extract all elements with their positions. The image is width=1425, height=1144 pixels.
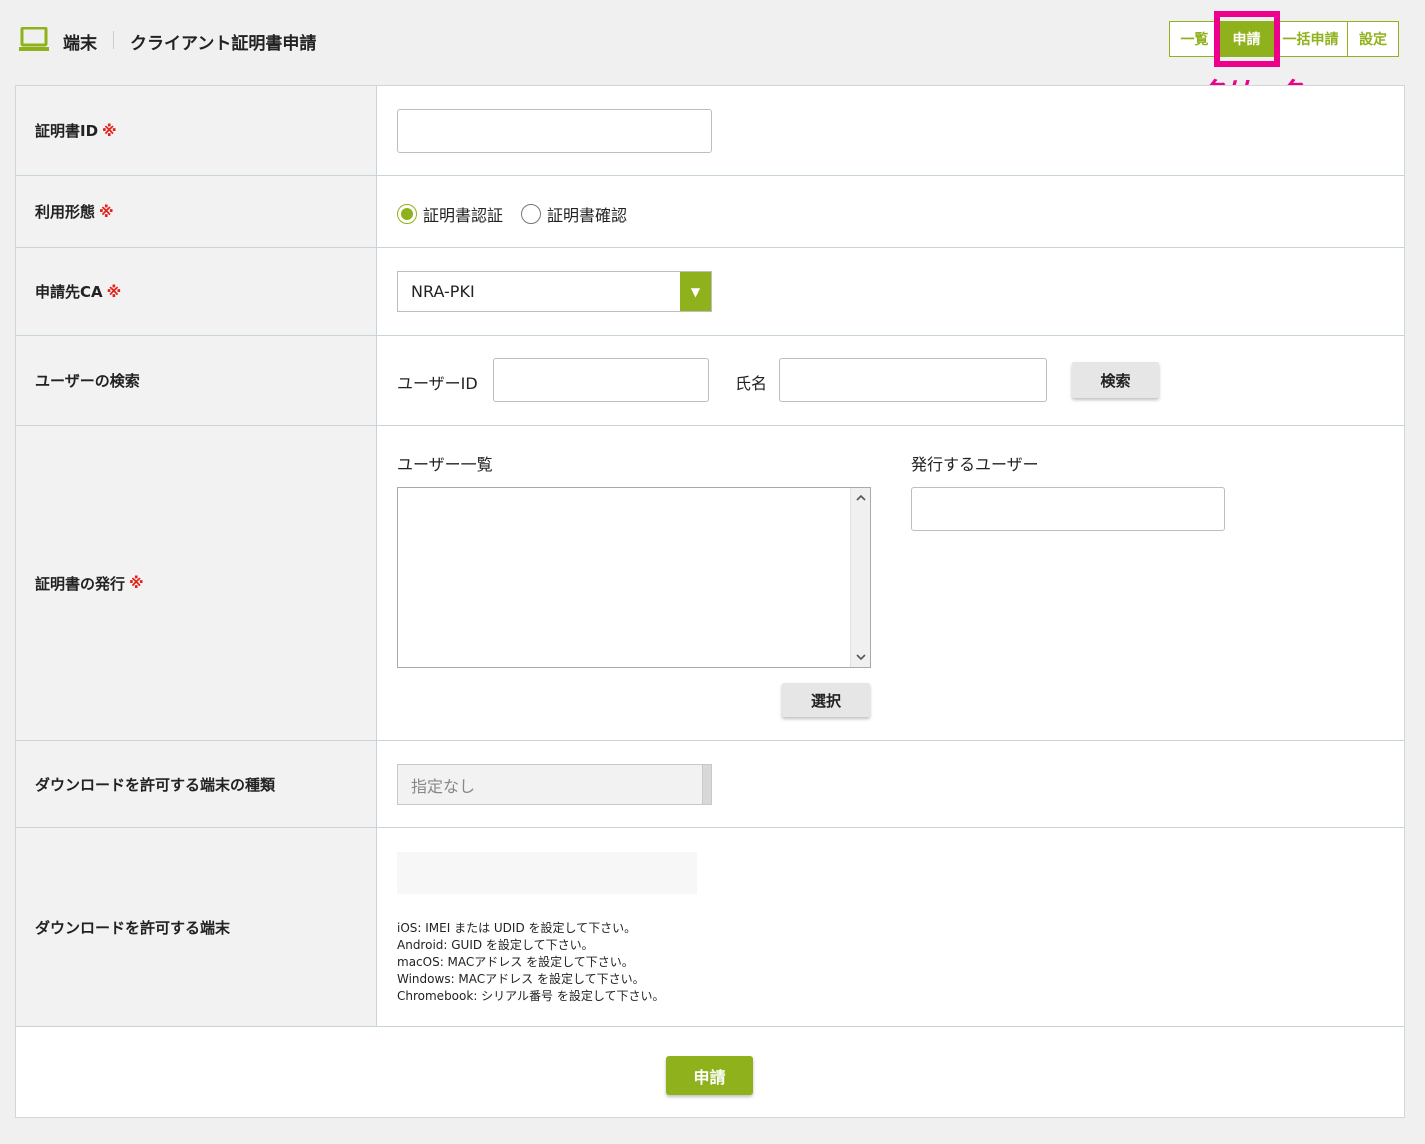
- row-device-type: ダウンロードを許可する端末の種類 指定なし: [16, 741, 1404, 828]
- scroll-up-icon[interactable]: [855, 492, 867, 504]
- user-list-scrollbar[interactable]: [850, 488, 870, 667]
- device-help-text: iOS: IMEI または UDID を設定して下さい。 Android: GU…: [397, 920, 665, 1005]
- cert-id-content: [378, 86, 1404, 175]
- name-label: 氏名: [735, 374, 768, 393]
- device-type-select[interactable]: 指定なし: [397, 764, 712, 805]
- breadcrumb-separator: [113, 31, 114, 49]
- row-cert-id: 証明書ID ※: [16, 86, 1404, 176]
- help-line-ios: iOS: IMEI または UDID を設定して下さい。: [397, 921, 637, 935]
- row-device: ダウンロードを許可する端末 iOS: IMEI または UDID を設定して下さ…: [16, 828, 1404, 1027]
- page-title: クライアント証明書申請: [130, 34, 317, 54]
- issue-content: ユーザー一覧 選択 発行するユーザー: [378, 426, 1404, 740]
- scroll-down-icon[interactable]: [855, 651, 867, 663]
- issue-label: 証明書の発行 ※: [16, 426, 377, 740]
- help-line-windows: Windows: MACアドレス を設定して下さい。: [397, 972, 645, 986]
- row-usage: 利用形態 ※ 証明書認証 証明書確認: [16, 176, 1404, 248]
- ca-label-text: 申請先CA: [35, 283, 103, 301]
- ca-content: NRA-PKI ▼: [378, 248, 1404, 335]
- issue-label-text: 証明書の発行: [35, 574, 126, 593]
- name-input[interactable]: [779, 358, 1047, 402]
- required-mark: ※: [102, 121, 117, 140]
- user-list-box[interactable]: [397, 487, 871, 668]
- usage-radio-cert-auth[interactable]: [397, 204, 417, 224]
- dropdown-arrow-icon[interactable]: ▼: [680, 272, 711, 311]
- issue-users-input[interactable]: [911, 487, 1225, 531]
- ca-label: 申請先CA ※: [16, 248, 377, 335]
- usage-radio-cert-auth-label[interactable]: 証明書認証: [423, 202, 503, 226]
- cert-id-label: 証明書ID ※: [16, 86, 377, 175]
- required-mark: ※: [106, 282, 122, 301]
- nav-apply-button[interactable]: 申請: [1220, 22, 1274, 56]
- ca-select[interactable]: NRA-PKI ▼: [397, 271, 712, 312]
- row-ca: 申請先CA ※ NRA-PKI ▼: [16, 248, 1404, 336]
- user-id-input[interactable]: [493, 358, 709, 402]
- breadcrumb-devices[interactable]: 端末: [63, 29, 97, 54]
- usage-radio-group: 証明書認証 証明書確認: [397, 202, 645, 226]
- select-button[interactable]: 選択: [782, 683, 870, 717]
- nav-list-button[interactable]: 一覧: [1170, 22, 1220, 56]
- issue-users-label: 発行するユーザー: [911, 455, 1039, 474]
- submit-apply-button[interactable]: 申請: [666, 1056, 753, 1095]
- usage-radio-cert-check-label[interactable]: 証明書確認: [547, 202, 627, 226]
- submit-area: 申請: [16, 1027, 1404, 1117]
- user-search-content: ユーザーID 氏名 検索: [378, 336, 1404, 425]
- laptop-icon: [19, 27, 49, 51]
- search-button[interactable]: 検索: [1072, 362, 1159, 398]
- header-nav: 一覧 申請 一括申請 設定: [1169, 21, 1399, 57]
- nav-settings-button[interactable]: 設定: [1348, 22, 1398, 56]
- usage-label: 利用形態 ※: [16, 176, 377, 247]
- usage-radio-cert-check[interactable]: [521, 204, 542, 224]
- help-line-chromebook: Chromebook: シリアル番号 を設定して下さい。: [397, 989, 665, 1003]
- dropdown-handle-icon: [702, 765, 711, 804]
- user-list-label: ユーザー一覧: [397, 455, 493, 474]
- device-type-content: 指定なし: [378, 741, 1404, 827]
- user-search-label: ユーザーの検索: [16, 336, 377, 425]
- required-mark: ※: [99, 202, 114, 221]
- device-type-select-value: 指定なし: [411, 776, 476, 796]
- device-content: iOS: IMEI または UDID を設定して下さい。 Android: GU…: [378, 828, 1404, 1026]
- help-line-android: Android: GUID を設定して下さい。: [397, 938, 594, 952]
- usage-content: 証明書認証 証明書確認: [378, 176, 1404, 247]
- row-issue: 証明書の発行 ※ ユーザー一覧 選択 発行するユーザー: [16, 426, 1404, 741]
- required-mark: ※: [129, 574, 144, 592]
- usage-label-text: 利用形態: [35, 203, 96, 221]
- device-type-label: ダウンロードを許可する端末の種類: [16, 741, 377, 827]
- cert-id-input[interactable]: [397, 109, 712, 153]
- ca-select-value: NRA-PKI: [411, 282, 475, 301]
- cert-id-label-text: 証明書ID: [35, 122, 99, 140]
- nav-bulk-apply-button[interactable]: 一括申請: [1274, 22, 1348, 56]
- certificate-request-form: 証明書ID ※ 利用形態 ※ 証明書認証 証明書確認 申請先CA ※ NRA-PKI: [15, 85, 1405, 1118]
- device-label: ダウンロードを許可する端末: [16, 828, 377, 1026]
- row-user-search: ユーザーの検索 ユーザーID 氏名 検索: [16, 336, 1404, 426]
- page-header: 端末 クライアント証明書申請 一覧 申請 一括申請 設定 クリック: [0, 0, 1425, 108]
- help-line-macos: macOS: MACアドレス を設定して下さい。: [397, 955, 634, 969]
- user-id-label: ユーザーID: [397, 374, 478, 393]
- device-input[interactable]: [397, 852, 697, 894]
